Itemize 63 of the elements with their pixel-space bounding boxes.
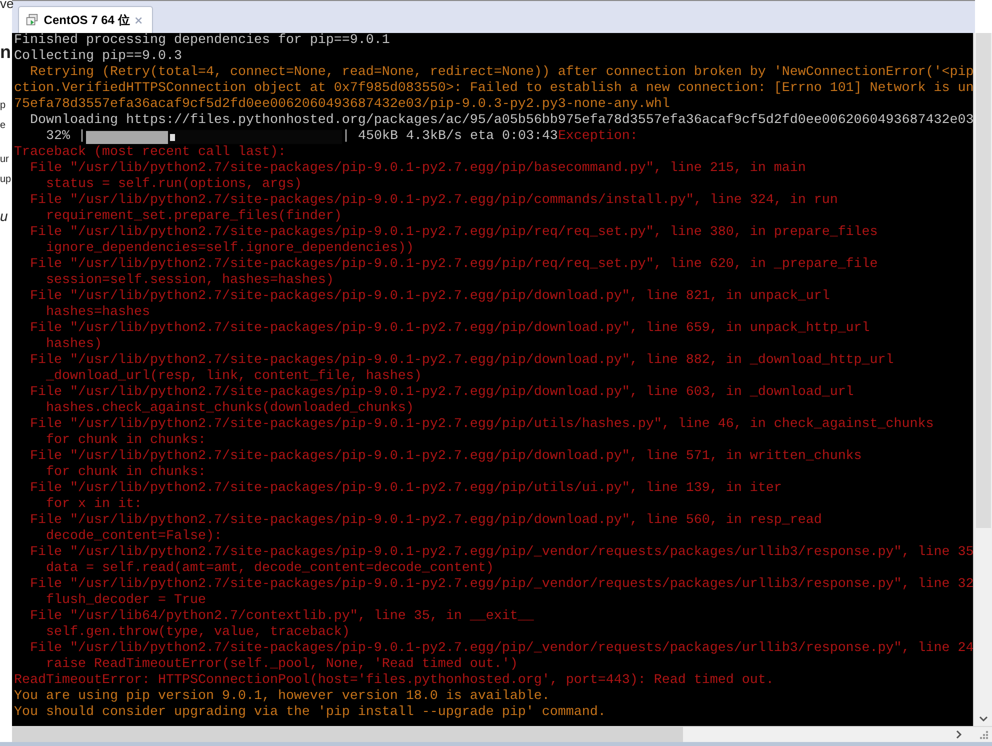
console-text: File "/usr/lib/python2.7/site-packages/pip-9.0.1-py2.7.egg/pip/utils/hashes.py", line 46, in check_against_chunks bbox=[28, 417, 934, 433]
console-text: hashes=hashes bbox=[44, 305, 150, 321]
console-text: decode_content=False): bbox=[44, 529, 222, 545]
console-text: Finished processing dependencies for pip==9.0.1 bbox=[14, 33, 390, 49]
console-text: File "/usr/lib/python2.7/site-packages/pip-9.0.1-py2.7.egg/pip/utils/ui.py", line 139, in iter bbox=[28, 481, 782, 497]
console-text: File "/usr/lib/python2.7/site-packages/pip-9.0.1-py2.7.egg/pip/req/req_set.py", line 380, in prepare_files bbox=[28, 225, 878, 241]
console-text: You should consider upgrading via the 'pip install --upgrade pip' command. bbox=[14, 705, 606, 721]
progress-bar-tip bbox=[170, 134, 175, 140]
background-text: u bbox=[0, 208, 8, 224]
console-text: data = self.read(amt=amt, decode_content=decode_content) bbox=[44, 561, 494, 577]
close-icon[interactable] bbox=[134, 16, 142, 24]
vertical-scrollbar[interactable] bbox=[973, 33, 992, 726]
console-text: flush_decoder = True bbox=[44, 593, 206, 609]
console-text: for chunk in chunks: bbox=[44, 465, 206, 481]
console-text: for x in it: bbox=[44, 497, 142, 513]
background-text: ur bbox=[0, 154, 9, 166]
horizontal-scrollbar-thumb[interactable] bbox=[12, 727, 683, 742]
console-text: File "/usr/lib/python2.7/site-packages/pip-9.0.1-py2.7.egg/pip/download.py", line 603, in _download_url bbox=[28, 385, 854, 401]
chevron-right-icon[interactable] bbox=[956, 730, 962, 739]
console-text: ction.VerifiedHTTPSConnection object at 0x7f985d083550>: Failed to establish a new connection: [Errno 101] Network is un bbox=[14, 81, 973, 97]
console-text: File "/usr/lib/python2.7/site-packages/pip-9.0.1-py2.7.egg/pip/download.py", line 571, in written_chunks bbox=[28, 449, 862, 465]
background-text: e bbox=[0, 120, 6, 132]
console-text: requirement_set.prepare_files(finder) bbox=[44, 209, 342, 225]
console-text: File "/usr/lib/python2.7/site-packages/pip-9.0.1-py2.7.egg/pip/basecommand.py", line 215, in main bbox=[28, 161, 806, 177]
background-text: up bbox=[0, 174, 12, 186]
console-text: status = self.run(options, args) bbox=[44, 177, 302, 193]
console-text: 32% | bbox=[44, 129, 86, 145]
console-text: session=self.session, hashes=hashes) bbox=[44, 273, 334, 289]
console-text: 75efa78d3557efa36acaf9cf5d2fd0ee0062060493687432e03/pip-9.0.3-py2.py3-none-any.whl bbox=[14, 97, 670, 113]
vm-tab[interactable]: CentOS 7 64 位 bbox=[18, 6, 153, 33]
console-text: hashes.check_against_chunks(downloaded_chunks) bbox=[44, 401, 414, 417]
scrollbar-thumb[interactable] bbox=[976, 33, 990, 528]
background-text: ve bbox=[0, 0, 14, 10]
console-text: File "/usr/lib/python2.7/site-packages/pip-9.0.1-py2.7.egg/pip/_vendor/requests/packages/urllib3/response.py", line 24 bbox=[28, 641, 973, 657]
console-text: File "/usr/lib/python2.7/site-packages/pip-9.0.1-py2.7.egg/pip/_vendor/requests/packages/urllib3/response.py", line 35 bbox=[28, 545, 973, 561]
console-text: for chunk in chunks: bbox=[44, 433, 206, 449]
console-text: Retrying (Retry(total=4, connect=None, read=None, redirect=None)) after connection broken by 'NewConnectionError('<pip bbox=[28, 65, 973, 81]
console-text: self.gen.throw(type, value, traceback) bbox=[44, 625, 350, 641]
console-text: File "/usr/lib/python2.7/site-packages/pip-9.0.1-py2.7.egg/pip/download.py", line 821, in unpack_url bbox=[28, 289, 830, 305]
console-text: raise ReadTimeoutError(self._pool, None, 'Read timed out.') bbox=[44, 657, 518, 673]
console-text: ignore_dependencies=self.ignore_dependencies)) bbox=[44, 241, 414, 257]
console-text: File "/usr/lib64/python2.7/contextlib.py", line 35, in __exit__ bbox=[28, 609, 534, 625]
virtual-machine-icon bbox=[26, 12, 39, 28]
console-text: File "/usr/lib/python2.7/site-packages/pip-9.0.1-py2.7.egg/pip/req/req_set.py", line 620, in _prepare_file bbox=[28, 257, 878, 273]
console-text: You are using pip version 9.0.1, however version 18.0 is available. bbox=[14, 689, 550, 705]
console-text: Collecting pip==9.0.3 bbox=[14, 49, 182, 65]
console-text: File "/usr/lib/python2.7/site-packages/pip-9.0.1-py2.7.egg/pip/_vendor/requests/packages/urllib3/response.py", line 32 bbox=[28, 577, 973, 593]
console-text: File "/usr/lib/python2.7/site-packages/pip-9.0.1-py2.7.egg/pip/commands/install.py", line 324, in run bbox=[28, 193, 838, 209]
console-text: hashes) bbox=[44, 337, 102, 353]
console-text: Traceback (most recent call last): bbox=[14, 145, 286, 161]
resize-grip-icon[interactable] bbox=[980, 730, 988, 738]
console-text: File "/usr/lib/python2.7/site-packages/pip-9.0.1-py2.7.egg/pip/download.py", line 560, in resp_read bbox=[28, 513, 822, 529]
console-text: File "/usr/lib/python2.7/site-packages/pip-9.0.1-py2.7.egg/pip/download.py", line 659, in unpack_http_url bbox=[28, 321, 870, 337]
console-text: | 450kB 4.3kB/s eta 0:03:43 bbox=[342, 129, 558, 145]
chevron-down-icon[interactable] bbox=[978, 716, 988, 722]
tab-label: CentOS 7 64 位 bbox=[44, 12, 130, 29]
console-text: ReadTimeoutError: HTTPSConnectionPool(host='files.pythonhosted.org', port=443): Read timed out. bbox=[14, 673, 774, 689]
console-text: Downloading https://files.pythonhosted.org/packages/ac/95/a05b56bb975efa78d3557efa36acaf9cf5d2fd0ee0062060493687432e03 bbox=[28, 113, 973, 129]
background-text: n bbox=[0, 42, 11, 62]
console-text: Exception: bbox=[558, 129, 638, 145]
console-text: _download_url(resp, link, content_file, hashes) bbox=[44, 369, 422, 385]
background-text: p bbox=[0, 100, 6, 112]
console-text: File "/usr/lib/python2.7/site-packages/pip-9.0.1-py2.7.egg/pip/download.py", line 882, in _download_http_url bbox=[28, 353, 894, 369]
